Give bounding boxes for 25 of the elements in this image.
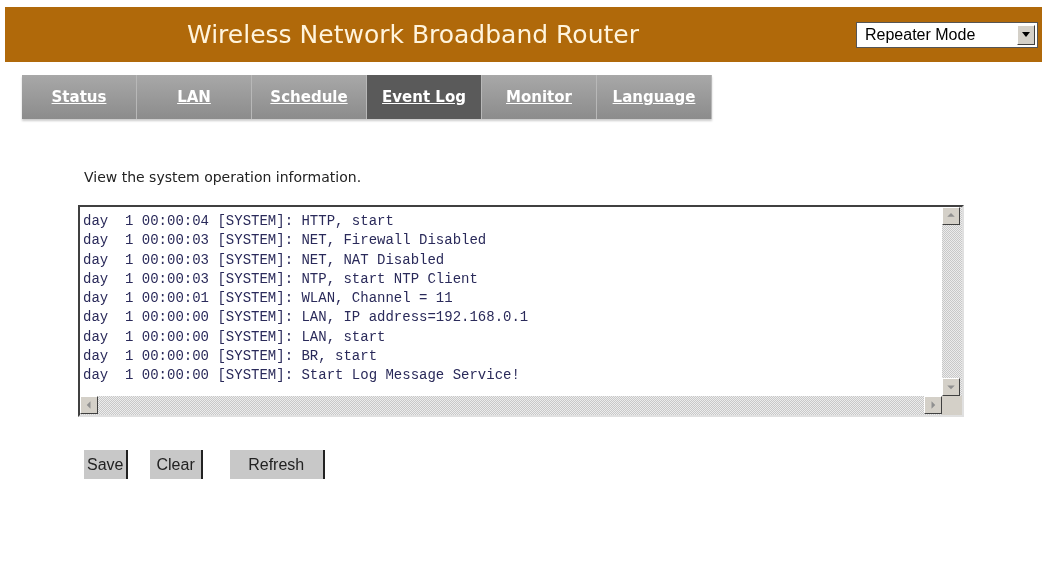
scrollbar-corner	[942, 396, 962, 415]
log-line: day 1 00:00:00 [SYSTEM]: Start Log Message Service!	[83, 366, 521, 386]
log-line: day 1 00:00:00 [SYSTEM]: LAN, start	[83, 327, 387, 347]
log-line: day 1 00:00:00 [SYSTEM]: LAN, IP address=192.168.0.1	[83, 308, 530, 328]
log-line: day 1 00:00:04 [SYSTEM]: HTTP, start	[83, 212, 395, 231]
scroll-up-icon[interactable]	[942, 207, 960, 225]
log-line: day 1 00:00:03 [SYSTEM]: NET, Firewall Disabled	[83, 231, 488, 251]
log-line: day 1 00:00:03 [SYSTEM]: NTP, start NTP Client	[83, 269, 479, 289]
header-title: Wireless Network Broadband Router	[187, 18, 639, 51]
horizontal-scrollbar[interactable]	[80, 396, 942, 415]
log-textarea[interactable]	[78, 205, 964, 417]
action-button[interactable]: Clear	[150, 450, 203, 479]
action-button[interactable]: Refresh	[229, 450, 325, 479]
description-text: View the system operation information.	[84, 168, 363, 187]
mode-select[interactable]: Repeater Mode	[856, 22, 1038, 48]
nav-tab[interactable]: Event Log	[367, 75, 482, 119]
scroll-right-icon[interactable]	[924, 396, 942, 414]
dropdown-arrow-icon	[1021, 31, 1031, 39]
log-line: day 1 00:00:01 [SYSTEM]: WLAN, Channel = 11	[83, 289, 454, 309]
action-button[interactable]: Save	[84, 450, 129, 479]
log-line: day 1 00:00:03 [SYSTEM]: NET, NAT Disabled	[83, 250, 446, 270]
vertical-scrollbar[interactable]	[942, 207, 962, 396]
log-line: day 1 00:00:00 [SYSTEM]: BR, start	[83, 347, 379, 367]
scroll-left-icon[interactable]	[80, 396, 98, 414]
scroll-down-icon[interactable]	[942, 378, 960, 396]
